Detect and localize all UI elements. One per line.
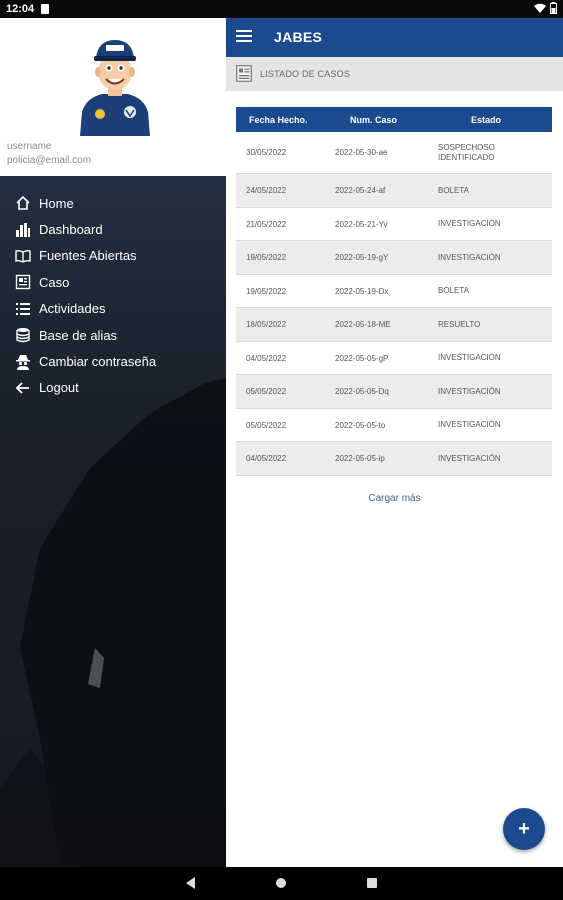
police-officer-avatar bbox=[80, 40, 150, 136]
cell-fecha: 19/05/2022 bbox=[246, 286, 287, 296]
cell-estado: BOLETA bbox=[438, 185, 469, 195]
table-row[interactable]: 04/05/2022 2022-05-05-ip INVESTIGACIÓN bbox=[236, 442, 552, 476]
menu-item-label: Home bbox=[39, 195, 74, 211]
column-header-estado[interactable]: Estado bbox=[438, 115, 552, 125]
cell-caso: 2022-05-05-ip bbox=[335, 454, 385, 463]
cell-estado: INVESTIGACIÓN bbox=[438, 453, 501, 463]
plus-icon: + bbox=[518, 818, 530, 840]
menu-item-actividades[interactable]: Actividades bbox=[0, 296, 226, 322]
cell-estado: INVESTIGACIÓN bbox=[438, 420, 501, 429]
status-time: 12:04 bbox=[6, 3, 35, 15]
menu-item-label: Logout bbox=[39, 380, 79, 396]
table-row[interactable]: 21/05/2022 2022-05-21-Yv INVESTIGACIÓN bbox=[236, 208, 552, 241]
cell-caso: 2022-05-30-ae bbox=[335, 148, 388, 157]
cell-estado: INVESTIGACIÓN bbox=[438, 386, 501, 396]
battery-icon bbox=[550, 2, 557, 14]
cell-fecha: 05/05/2022 bbox=[246, 387, 287, 396]
status-bar: 12:04 bbox=[0, 0, 563, 18]
cell-estado: SOSPECHOSO IDENTIFICADO bbox=[438, 142, 495, 162]
menu-item-label: Caso bbox=[39, 274, 70, 290]
menu-item-label: Dashboard bbox=[39, 222, 103, 238]
cell-fecha: 21/05/2022 bbox=[246, 219, 287, 229]
navigation-drawer: username policia@email.com Home Dashboar… bbox=[0, 18, 226, 867]
menu-item-base-de-alias[interactable]: Base de alias bbox=[0, 322, 226, 348]
cell-caso: 2022-05-21-Yv bbox=[335, 219, 388, 229]
home-button-icon[interactable] bbox=[276, 878, 286, 888]
menu-item-label: Actividades bbox=[39, 301, 106, 317]
main-panel: JABES LISTADO DE CASOS Fecha Hecho. Num.… bbox=[226, 18, 563, 867]
drawer-header: username policia@email.com bbox=[0, 18, 226, 176]
section-header: LISTADO DE CASOS bbox=[226, 57, 563, 91]
menu-item-label: Base de alias bbox=[39, 327, 118, 343]
menu-item-logout[interactable]: Logout bbox=[0, 375, 226, 401]
cell-estado: RESUELTO bbox=[438, 319, 481, 329]
cell-estado: INVESTIGACIÓN bbox=[438, 353, 501, 362]
system-navigation-bar bbox=[0, 867, 563, 900]
wifi-icon bbox=[534, 3, 546, 13]
cell-fecha: 18/05/2022 bbox=[246, 320, 287, 329]
cell-fecha: 30/05/2022 bbox=[246, 148, 287, 157]
book-icon bbox=[14, 247, 32, 265]
cell-fecha: 05/05/2022 bbox=[246, 420, 287, 430]
table-header: Fecha Hecho. Num. Caso Estado bbox=[236, 107, 552, 132]
menu-item-dashboard[interactable]: Dashboard bbox=[0, 216, 226, 242]
cell-caso: 2022-05-05-Dq bbox=[335, 387, 389, 396]
menu-item-cambiar-contrasena[interactable]: Cambiar contraseña bbox=[0, 348, 226, 374]
table-row[interactable]: 19/05/2022 2022-05-19-gY INVESTIGACIÓN bbox=[236, 241, 552, 275]
home-icon bbox=[14, 194, 32, 212]
back-icon[interactable] bbox=[186, 877, 196, 889]
table-row[interactable]: 18/05/2022 2022-05-18-ME RESUELTO bbox=[236, 308, 552, 342]
menu-item-label: Fuentes Abiertas bbox=[39, 248, 137, 264]
table-row[interactable]: 24/05/2022 2022-05-24-af BOLETA bbox=[236, 174, 552, 208]
cell-estado: INVESTIGACIÓN bbox=[438, 219, 501, 228]
menu-item-fuentes-abiertas[interactable]: Fuentes Abiertas bbox=[0, 243, 226, 269]
case-icon bbox=[14, 273, 32, 291]
list-icon bbox=[14, 300, 32, 318]
menu-item-caso[interactable]: Caso bbox=[0, 269, 226, 295]
app-title: JABES bbox=[274, 29, 323, 45]
list-document-icon bbox=[236, 65, 252, 82]
hamburger-menu-icon[interactable] bbox=[236, 30, 252, 44]
cell-caso: 2022-05-19-gY bbox=[335, 253, 389, 262]
database-icon bbox=[14, 326, 32, 344]
cell-caso: 2022-05-05-to bbox=[335, 420, 386, 430]
cell-estado: BOLETA bbox=[438, 286, 469, 295]
drawer-menu: Home Dashboard Fuentes Abiertas Caso Act… bbox=[0, 190, 226, 401]
table-row[interactable]: 19/05/2022 2022-05-19-Dx BOLETA bbox=[236, 275, 552, 308]
drawer-email: policia@email.com bbox=[7, 155, 92, 166]
drawer-username: username bbox=[7, 141, 52, 152]
section-title: LISTADO DE CASOS bbox=[260, 69, 351, 79]
table-row[interactable]: 04/05/2022 2022-05-05-gP INVESTIGACIÓN bbox=[236, 342, 552, 375]
cell-caso: 2022-05-19-Dx bbox=[335, 286, 389, 296]
cell-caso: 2022-05-24-af bbox=[335, 186, 386, 195]
add-case-button[interactable]: + bbox=[503, 808, 545, 850]
column-header-fecha[interactable]: Fecha Hecho. bbox=[236, 115, 335, 125]
table-row[interactable]: 05/05/2022 2022-05-05-to INVESTIGACIÓN bbox=[236, 409, 552, 442]
load-more-link[interactable]: Cargar más bbox=[226, 493, 563, 504]
cell-estado: INVESTIGACIÓN bbox=[438, 252, 501, 262]
cell-fecha: 04/05/2022 bbox=[246, 353, 287, 363]
cases-table: Fecha Hecho. Num. Caso Estado 30/05/2022… bbox=[236, 107, 552, 476]
arrow-left-icon bbox=[14, 379, 32, 397]
table-row[interactable]: 30/05/2022 2022-05-30-ae SOSPECHOSO IDEN… bbox=[236, 132, 552, 174]
column-header-caso[interactable]: Num. Caso bbox=[335, 115, 438, 125]
app-bar: JABES bbox=[226, 18, 563, 57]
menu-item-home[interactable]: Home bbox=[0, 190, 226, 216]
table-row[interactable]: 05/05/2022 2022-05-05-Dq INVESTIGACIÓN bbox=[236, 375, 552, 409]
cell-fecha: 19/05/2022 bbox=[246, 253, 287, 262]
cell-fecha: 04/05/2022 bbox=[246, 454, 287, 463]
user-secret-icon bbox=[14, 353, 32, 371]
sim-icon bbox=[41, 4, 49, 14]
dashboard-icon bbox=[14, 221, 32, 239]
cell-fecha: 24/05/2022 bbox=[246, 186, 287, 195]
cell-caso: 2022-05-05-gP bbox=[335, 353, 389, 363]
menu-item-label: Cambiar contraseña bbox=[39, 354, 157, 370]
recents-icon[interactable] bbox=[367, 878, 377, 888]
cell-caso: 2022-05-18-ME bbox=[335, 320, 391, 329]
status-icons bbox=[534, 2, 557, 14]
